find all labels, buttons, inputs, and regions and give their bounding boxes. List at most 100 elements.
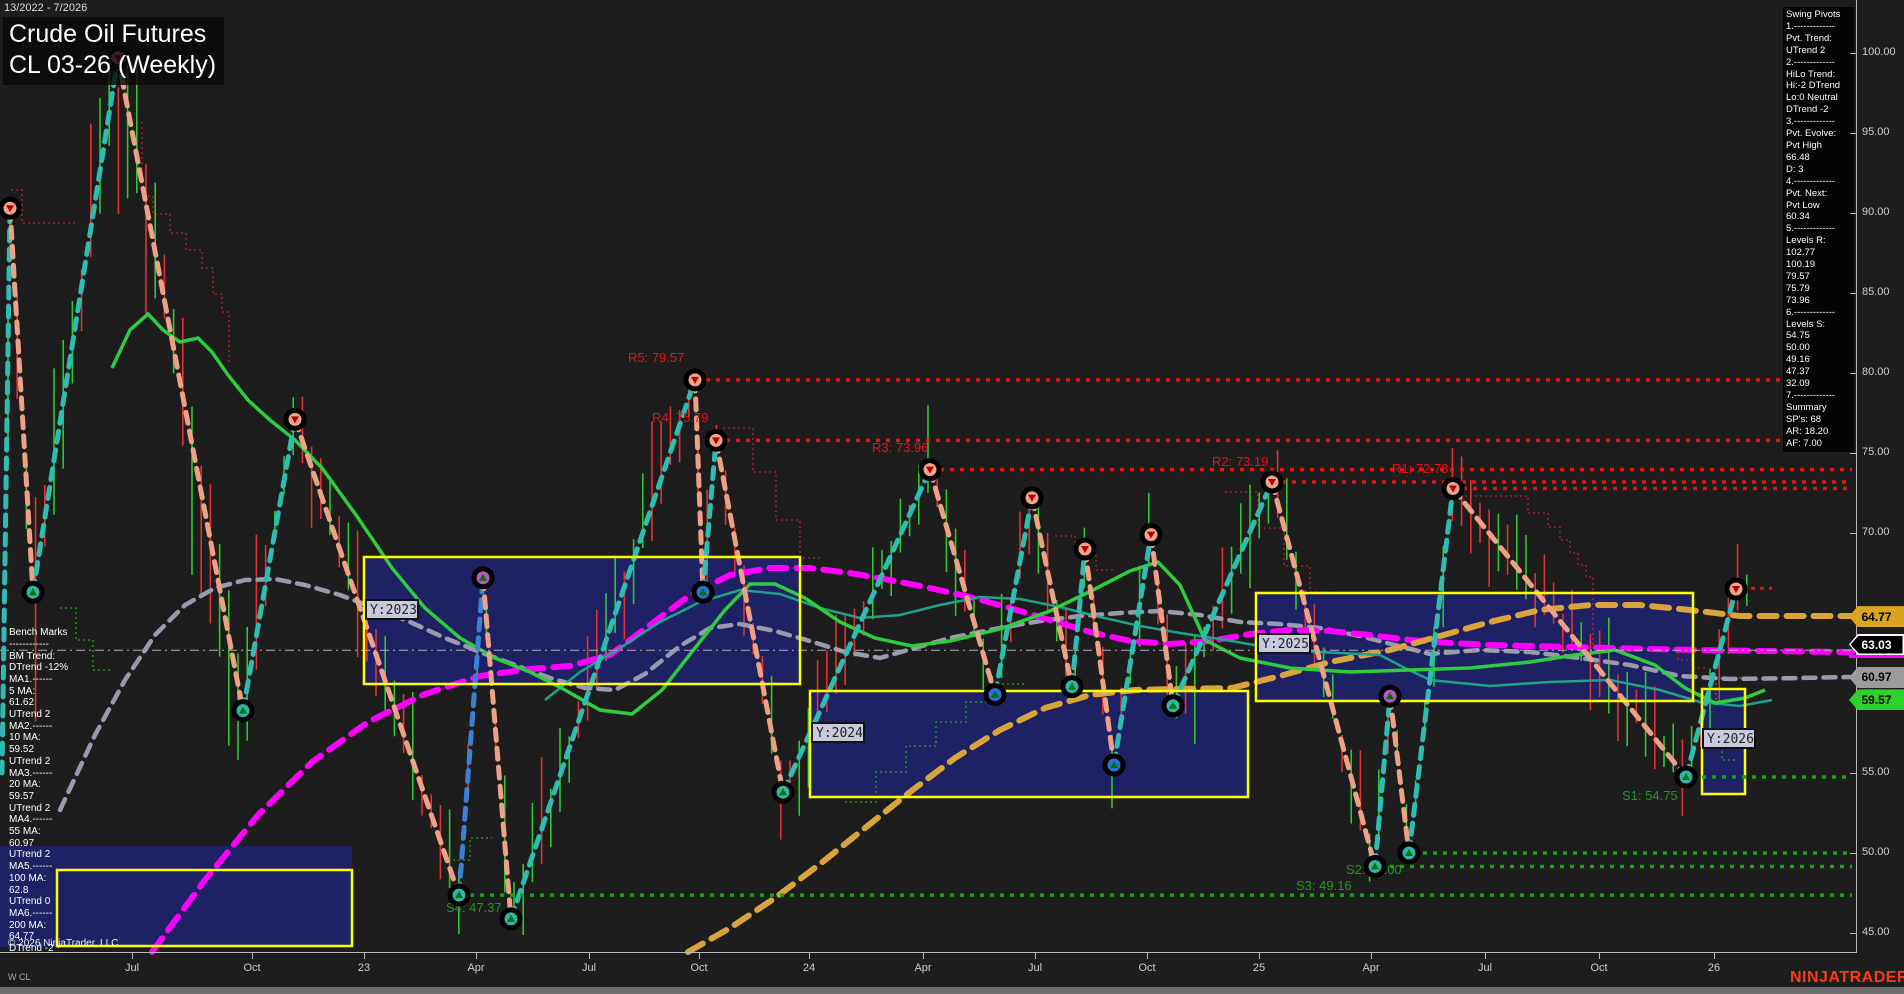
panel-line: 6.------------- (1786, 306, 1836, 318)
price-axis-tick (1850, 533, 1856, 534)
price-axis-label: 50.00 (1862, 846, 1890, 858)
panel-line: UTrend 2 (9, 755, 51, 767)
time-axis-line[interactable] (0, 952, 1857, 953)
time-axis-tick (1485, 953, 1486, 959)
year-label: Y:2025 (1262, 637, 1309, 652)
panel-line: 49.16 (1786, 354, 1810, 366)
year-label: Y:2026 (1707, 732, 1754, 747)
panel-line: 66.48 (1786, 151, 1810, 163)
panel-line: Summary (1786, 401, 1827, 413)
time-axis-tick (252, 953, 253, 959)
price-axis-tick (1850, 213, 1856, 214)
panel-line: 55 MA: (9, 826, 41, 838)
panel-line: Pvt High (1786, 139, 1822, 151)
time-axis-tick (132, 953, 133, 959)
panel-line: 60.97 (9, 837, 35, 849)
panel-line: MA2.------ (9, 720, 53, 732)
time-axis-label: Jul (581, 962, 597, 974)
panel-line: 59.57 (9, 790, 35, 802)
panel-line: MA5.------ (9, 861, 53, 873)
price-tag-60.97: 60.97 (1849, 666, 1904, 688)
panel-line: BM Trend: (9, 650, 56, 662)
panel-line: 4.------------- (1786, 175, 1836, 187)
time-axis-label: Apr (914, 962, 932, 974)
instrument-tab-label[interactable]: W CL (8, 972, 31, 982)
panel-line: MA6.------ (9, 907, 53, 919)
price-axis-label: 80.00 (1862, 366, 1890, 378)
price-axis-tick (1850, 133, 1856, 134)
panel-line: MA1.------ (9, 673, 53, 685)
panel-line: Hi:-2 DTrend (1786, 80, 1841, 92)
support-label: S1: 54.75 (1622, 788, 1678, 803)
panel-line: DTrend -12% (9, 662, 69, 674)
hilo-step-green (448, 837, 492, 861)
ninjatrader-chart-window: R5: 79.57 R4: 75.79 R3: 73.96 R2: 73.19 R1: … (0, 0, 1904, 994)
time-axis-label: 26 (1707, 962, 1721, 974)
time-axis-label: Jul (1027, 962, 1043, 974)
time-axis-label: Jul (124, 962, 140, 974)
panel-line: 100.19 (1786, 259, 1816, 271)
time-axis-tick (809, 953, 810, 959)
time-axis-tick (1714, 953, 1715, 959)
panel-line: Bench Marks (9, 627, 68, 639)
panel-line: 79.57 (1786, 270, 1810, 282)
panel-line: D: 3 (1786, 163, 1804, 175)
price-tag-63.03: 63.03 (1849, 634, 1904, 656)
price-axis-label: 45.00 (1862, 926, 1890, 938)
time-axis-tick (1147, 953, 1148, 959)
time-axis-label: Oct (243, 962, 261, 974)
chart-title: Crude Oil Futures CL 03-26 (Weekly) (3, 17, 225, 85)
panel-line: UTrend 2 (9, 802, 51, 814)
time-axis-tick (1371, 953, 1372, 959)
price-tag-59.57: 59.57 (1849, 689, 1904, 711)
time-axis-tick (923, 953, 924, 959)
panel-line: 1.------------- (1786, 20, 1836, 32)
panel-line: 73.96 (1786, 294, 1810, 306)
chart-title-line2: CL 03-26 (Weekly) (9, 51, 217, 79)
time-axis-tick (589, 953, 590, 959)
resistance-label: R1: 72.78 (1392, 461, 1448, 476)
panel-line: 32.09 (1786, 378, 1810, 390)
price-axis-tick (1850, 853, 1856, 854)
price-tag-value: 63.03 (1850, 635, 1903, 654)
panel-line: MA4.------ (9, 814, 53, 826)
price-axis-tick (1850, 293, 1856, 294)
time-axis-label: Apr (1362, 962, 1380, 974)
price-tag-64.77: 64.77 (1849, 606, 1904, 628)
price-axis-tick (1850, 453, 1856, 454)
year-label: Y:2024 (816, 726, 863, 741)
panel-line: 100 MA: (9, 872, 47, 884)
panel-line: 59.52 (9, 744, 35, 756)
price-axis-label: 100.00 (1862, 46, 1896, 58)
panel-line: 20 MA: (9, 779, 41, 791)
resistance-label: R3: 73.96 (872, 440, 928, 455)
panel-line: 47.37 (1786, 366, 1810, 378)
panel-line: 3.------------- (1786, 116, 1836, 128)
price-axis-label: 85.00 (1862, 286, 1890, 298)
panel-line: UTrend 2 (9, 709, 51, 721)
time-axis-tick (1035, 953, 1036, 959)
chart-canvas[interactable]: R5: 79.57 R4: 75.79 R3: 73.96 R2: 73.19 R1: … (0, 0, 1904, 994)
panel-line: Pvt Low (1786, 199, 1820, 211)
price-axis-line[interactable] (1856, 0, 1857, 952)
panel-line: 50.00 (1786, 342, 1810, 354)
panel-line: 75.79 (1786, 282, 1810, 294)
time-axis-label: Oct (690, 962, 708, 974)
bottom-scroll-strip[interactable] (0, 987, 1904, 994)
panel-line: Swing Pivots (1786, 9, 1841, 20)
time-axis-label: Jul (1477, 962, 1493, 974)
panel-line: 5.------------- (1786, 223, 1836, 235)
panel-line: Pvt. Evolve: (1786, 128, 1837, 140)
panel-line: 60.34 (1786, 211, 1810, 223)
panel-line: Lo:0 Neutral (1786, 92, 1838, 104)
panel-line: ------------ (9, 638, 49, 650)
panel-line: UTrend 2 (1786, 44, 1826, 56)
panel-line: UTrend 2 (9, 849, 51, 861)
panel-line: 54.75 (1786, 330, 1810, 342)
chart-title-line1: Crude Oil Futures (9, 20, 207, 48)
resistance-label: R2: 73.19 (1212, 454, 1268, 469)
copyright-label: © 2026 NinjaTrader, LLC (8, 938, 119, 949)
resistance-label: R5: 79.57 (628, 350, 684, 365)
panel-line: DTrend -2 (1786, 104, 1829, 116)
price-axis-tick (1850, 773, 1856, 774)
